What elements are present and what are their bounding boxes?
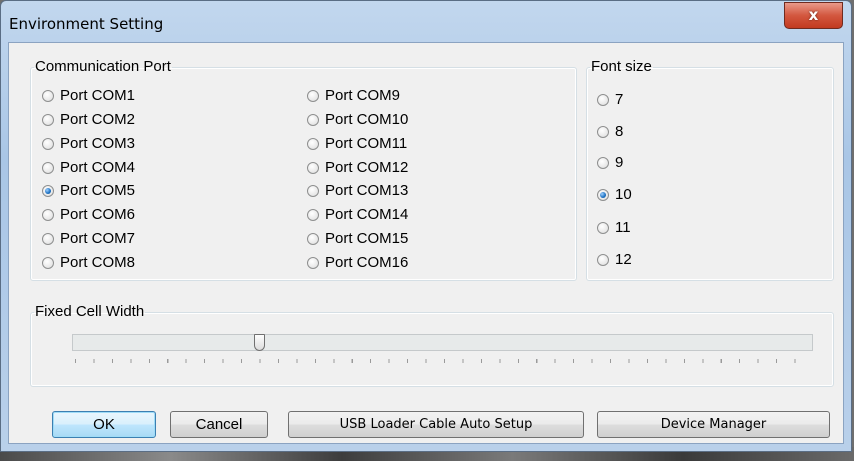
radio-label: Port COM13 (325, 182, 409, 199)
cell-width-slider-thumb[interactable] (254, 334, 265, 351)
radio-label: Port COM6 (60, 206, 136, 223)
radio-label: Port COM2 (60, 111, 136, 128)
radio-label: Port COM8 (60, 254, 136, 271)
radio-button-selected-icon (42, 184, 54, 197)
radio-port-com5[interactable]: Port COM5 (42, 182, 135, 199)
radio-font-size-9[interactable]: 9 (597, 154, 623, 171)
radio-port-com3[interactable]: Port COM3 (42, 135, 135, 152)
radio-button-icon (307, 184, 319, 197)
cancel-button[interactable]: Cancel (170, 411, 268, 438)
radio-button-icon (42, 232, 54, 245)
radio-port-com12[interactable]: Port COM12 (307, 159, 408, 176)
radio-button-icon (597, 125, 609, 138)
radio-label: 10 (615, 186, 632, 203)
radio-port-com13[interactable]: Port COM13 (307, 182, 408, 199)
radio-button-icon (42, 113, 54, 126)
radio-port-com16[interactable]: Port COM16 (307, 254, 408, 271)
radio-button-icon (42, 256, 54, 269)
radio-label: Port COM12 (325, 159, 409, 176)
radio-port-com7[interactable]: Port COM7 (42, 230, 135, 247)
close-icon: x (808, 6, 819, 24)
radio-label: Port COM15 (325, 230, 409, 247)
radio-font-size-11[interactable]: 11 (597, 219, 631, 236)
radio-button-icon (597, 221, 609, 234)
radio-label: 12 (615, 251, 632, 268)
radio-label: Port COM7 (60, 230, 136, 247)
radio-label: Port COM1 (60, 87, 136, 104)
radio-button-selected-icon (597, 188, 609, 201)
radio-label: Port COM5 (60, 182, 136, 199)
radio-button-icon (597, 93, 609, 106)
radio-font-size-12[interactable]: 12 (597, 251, 632, 268)
radio-port-com4[interactable]: Port COM4 (42, 159, 135, 176)
radio-button-icon (307, 161, 319, 174)
radio-label: Port COM11 (325, 135, 408, 152)
radio-button-icon (307, 137, 319, 150)
radio-label: Port COM4 (60, 159, 136, 176)
radio-label: 11 (615, 219, 631, 236)
radio-button-icon (42, 137, 54, 150)
radio-font-size-10[interactable]: 10 (597, 186, 632, 203)
radio-label: Port COM14 (325, 206, 409, 223)
radio-label: 7 (615, 91, 624, 108)
ok-button[interactable]: OK (52, 411, 156, 438)
window-title: Environment Setting (9, 15, 164, 33)
communication-port-legend: Communication Port (35, 58, 171, 75)
usb-loader-cable-auto-setup-button[interactable]: USB Loader Cable Auto Setup (288, 411, 584, 438)
radio-port-com15[interactable]: Port COM15 (307, 230, 408, 247)
radio-button-icon (307, 208, 319, 221)
radio-port-com8[interactable]: Port COM8 (42, 254, 135, 271)
radio-button-icon (597, 253, 609, 266)
radio-label: Port COM9 (325, 87, 401, 104)
radio-port-com11[interactable]: Port COM11 (307, 135, 407, 152)
fixed-cell-width-legend: Fixed Cell Width (35, 303, 145, 320)
radio-label: Port COM3 (60, 135, 136, 152)
device-manager-button[interactable]: Device Manager (597, 411, 830, 438)
radio-port-com6[interactable]: Port COM6 (42, 206, 135, 223)
radio-font-size-7[interactable]: 7 (597, 91, 623, 108)
radio-port-com2[interactable]: Port COM2 (42, 111, 135, 128)
close-button[interactable]: x (784, 2, 843, 29)
radio-font-size-8[interactable]: 8 (597, 123, 623, 140)
radio-port-com9[interactable]: Port COM9 (307, 87, 400, 104)
slider-tick-marks (75, 359, 813, 363)
radio-button-icon (307, 89, 319, 102)
radio-port-com14[interactable]: Port COM14 (307, 206, 408, 223)
radio-button-icon (307, 256, 319, 269)
radio-button-icon (307, 232, 319, 245)
radio-button-icon (42, 208, 54, 221)
radio-label: Port COM16 (325, 254, 409, 271)
font-size-legend: Font size (591, 58, 652, 75)
cell-width-slider-track[interactable] (72, 334, 813, 351)
radio-label: 9 (615, 154, 624, 171)
radio-label: Port COM10 (325, 111, 409, 128)
radio-button-icon (307, 113, 319, 126)
radio-button-icon (597, 156, 609, 169)
radio-port-com10[interactable]: Port COM10 (307, 111, 408, 128)
radio-port-com1[interactable]: Port COM1 (42, 87, 135, 104)
radio-button-icon (42, 89, 54, 102)
radio-button-icon (42, 161, 54, 174)
radio-label: 8 (615, 123, 624, 140)
